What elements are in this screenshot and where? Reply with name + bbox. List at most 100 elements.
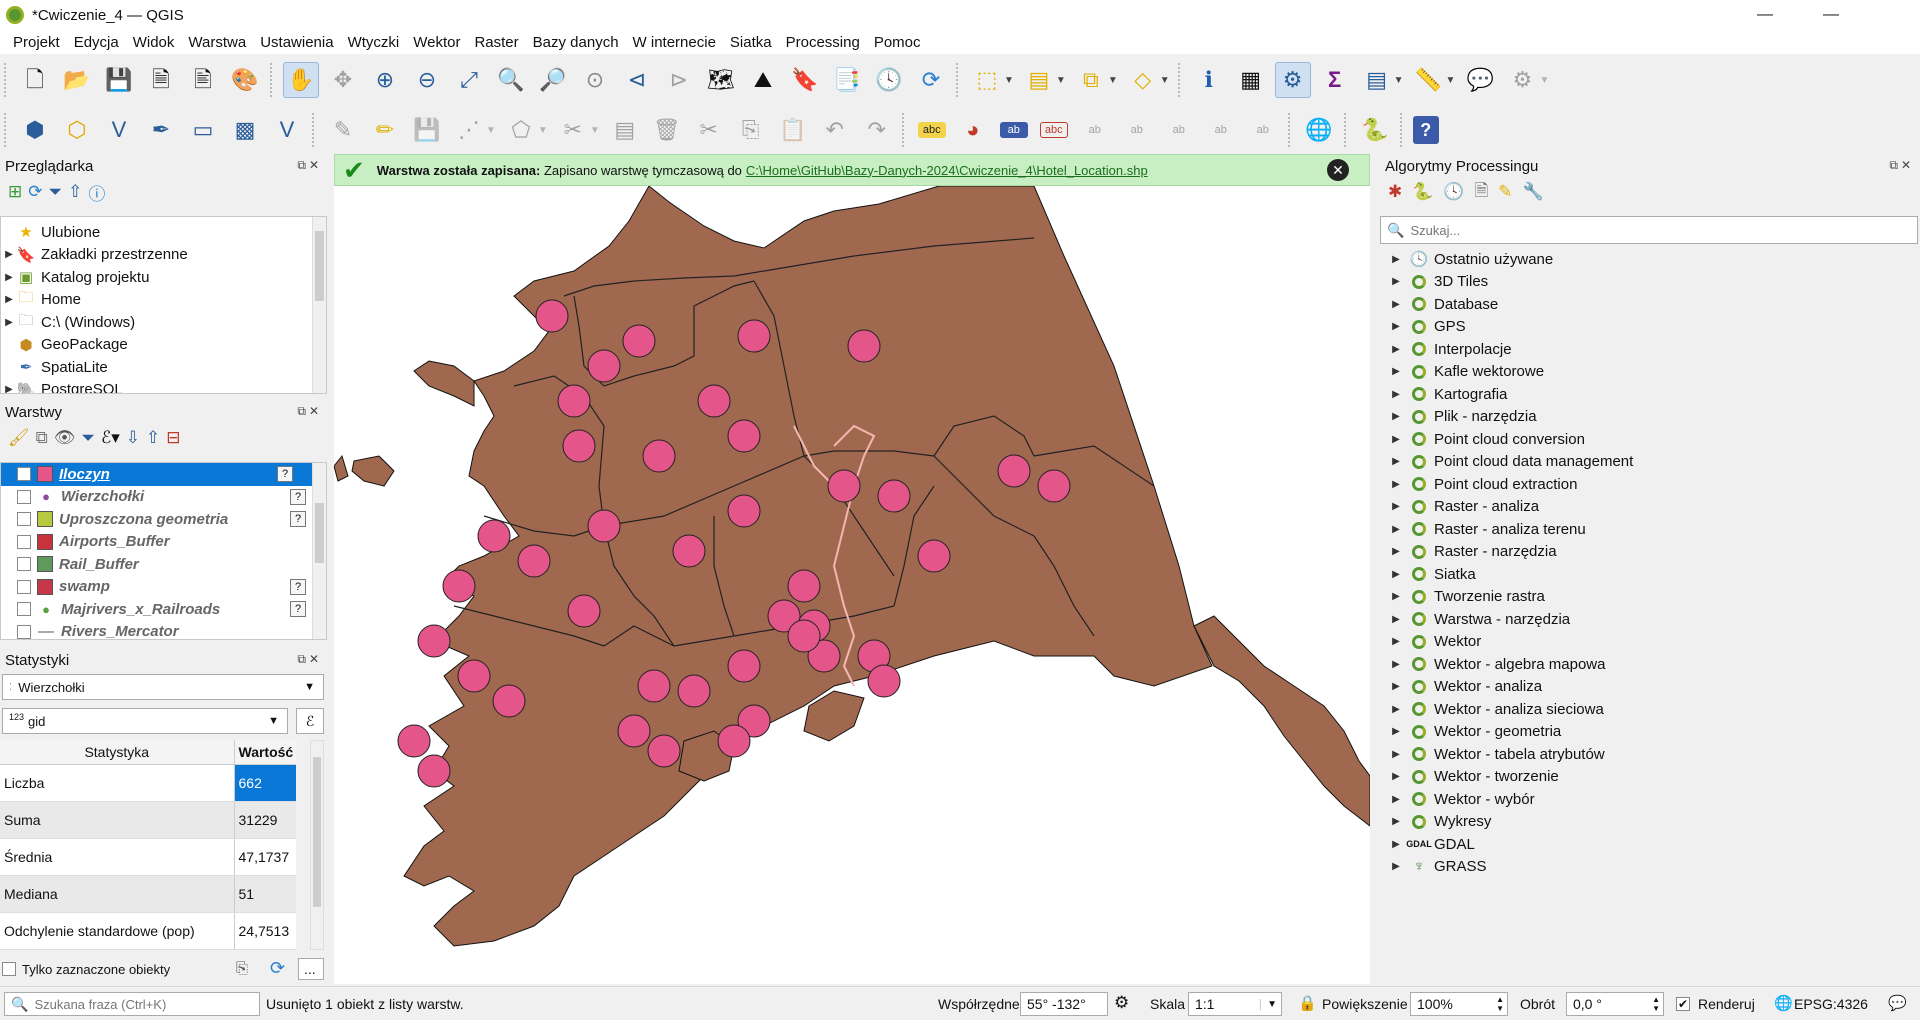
- browser-item[interactable]: ✒ SpatiaLite: [1, 356, 326, 379]
- unknown-crs-icon[interactable]: ?: [277, 466, 293, 483]
- new-spatialite-layer-icon[interactable]: ✒: [143, 112, 179, 148]
- menu-wtyczki[interactable]: Wtyczki: [341, 34, 407, 51]
- expand-all-icon[interactable]: ⇩: [126, 428, 140, 448]
- layer-row[interactable]: ● Majrivers_x_Railroads?: [1, 598, 326, 621]
- browser-item[interactable]: ▶ 🗀 Home: [1, 289, 326, 312]
- add-layer-icon[interactable]: ⊞: [8, 182, 22, 202]
- processing-group[interactable]: ▶ Tworzenie rastra: [1380, 586, 1918, 609]
- add-polygon-icon[interactable]: ⬠: [503, 112, 539, 148]
- unknown-crs-icon[interactable]: ?: [290, 578, 306, 595]
- table-row[interactable]: Średnia 47,1737: [0, 838, 296, 876]
- refresh-icon[interactable]: ⟳: [270, 958, 285, 979]
- processing-group[interactable]: ▶ Interpolacje: [1380, 338, 1918, 361]
- map-canvas[interactable]: [334, 186, 1370, 984]
- cut-features-icon[interactable]: ✂: [691, 112, 727, 148]
- processing-group[interactable]: ▶ Raster - analiza terenu: [1380, 518, 1918, 541]
- mouse-coordinate-toggle-icon[interactable]: ⚙: [1114, 993, 1129, 1013]
- zoom-to-selection-icon[interactable]: 🔍: [493, 62, 529, 98]
- lock-scale-icon[interactable]: 🔒: [1298, 994, 1317, 1012]
- stat-value-cell[interactable]: 662: [234, 764, 296, 802]
- table-row[interactable]: Odchylenie standardowe (pop) 24,7513: [0, 912, 296, 950]
- menu-processing[interactable]: Processing: [779, 34, 867, 51]
- layer-visibility-checkbox[interactable]: [17, 512, 31, 527]
- processing-group[interactable]: ▶ Wektor - analiza sieciowa: [1380, 698, 1918, 721]
- processing-toolbox-icon[interactable]: ⚙: [1274, 62, 1311, 98]
- show-hide-labels-icon[interactable]: abc: [1039, 122, 1068, 138]
- unknown-crs-icon[interactable]: ?: [290, 488, 306, 505]
- stat-value-cell[interactable]: 51: [234, 875, 296, 913]
- label-toolbar-icon[interactable]: abc: [917, 122, 946, 138]
- map-svg[interactable]: [334, 186, 1370, 984]
- browser-item[interactable]: ★ Ulubione: [1, 221, 326, 244]
- layer-row[interactable]: Airports_Buffer: [1, 531, 326, 554]
- layer-row[interactable]: swamp?: [1, 576, 326, 599]
- info-icon[interactable]: ⓘ: [88, 180, 105, 205]
- models-icon[interactable]: ✱: [1388, 182, 1402, 202]
- layer-visibility-checkbox[interactable]: [17, 624, 31, 639]
- pan-hand-icon[interactable]: ✋: [283, 62, 319, 98]
- stat-name-cell[interactable]: Suma: [0, 801, 235, 839]
- panel-float-close-buttons[interactable]: ⧉✕: [297, 652, 322, 667]
- processing-group[interactable]: ▶ Siatka: [1380, 563, 1918, 586]
- processing-group[interactable]: ▶ Wektor - tabela atrybutów: [1380, 743, 1918, 766]
- delete-selected-icon[interactable]: 🗑: [649, 112, 685, 148]
- magnifier-spinbox[interactable]: 100% ▲ ▼: [1410, 992, 1508, 1016]
- menu-raster[interactable]: Raster: [467, 34, 525, 51]
- refresh-icon[interactable]: ⟳: [28, 182, 42, 202]
- stats-layer-combobox[interactable]: ⁚ Wierzchołki ▼: [2, 674, 324, 700]
- processing-group[interactable]: ▶ Wektor - tworzenie: [1380, 766, 1918, 789]
- zoom-to-layer-icon[interactable]: 🔎: [535, 62, 571, 98]
- layer-row[interactable]: ● Wierzchołki?: [1, 486, 326, 509]
- layer-row[interactable]: ✔ Iloczyn?: [1, 463, 313, 486]
- collapse-all-icon[interactable]: ⇧: [146, 428, 160, 448]
- collapse-all-icon[interactable]: ⇧: [68, 182, 82, 202]
- rotate-label-icon[interactable]: ab: [1203, 112, 1239, 148]
- layer-visibility-checkbox[interactable]: [17, 557, 31, 572]
- refresh-icon[interactable]: ⟳: [913, 62, 949, 98]
- statistical-summary-icon[interactable]: Σ: [1317, 62, 1353, 98]
- coordinate-field[interactable]: 55° -132°: [1020, 992, 1108, 1016]
- measure-icon[interactable]: 📏: [1411, 62, 1447, 98]
- panel-float-close-buttons[interactable]: ⧉✕: [1889, 158, 1914, 173]
- layout-manager-icon[interactable]: 🖹: [185, 62, 221, 98]
- edit-features-in-place-icon[interactable]: ✎: [1498, 182, 1512, 202]
- copy-icon[interactable]: ⎘: [236, 960, 248, 977]
- globe-plugin-icon[interactable]: 🌐: [1301, 112, 1337, 148]
- menu-bazy-danych[interactable]: Bazy danych: [526, 34, 626, 51]
- stat-name-cell[interactable]: Odchylenie standardowe (pop): [0, 912, 235, 950]
- processing-group[interactable]: ▶ GPS: [1380, 316, 1918, 339]
- select-location-icon[interactable]: ◇: [1125, 62, 1161, 98]
- results-viewer-icon[interactable]: 🗎: [1475, 178, 1489, 207]
- col-statistic[interactable]: Statystyka: [0, 740, 235, 764]
- python-scripts-icon[interactable]: 🐍: [1412, 182, 1433, 202]
- scale-combobox[interactable]: 1:1 ▼: [1188, 992, 1282, 1016]
- processing-group[interactable]: ▶ Wykresy: [1380, 811, 1918, 834]
- spatial-bookmark-icon[interactable]: 🔖: [787, 62, 823, 98]
- copy-features-icon[interactable]: ⎘: [733, 112, 769, 148]
- layer-row[interactable]: Rivers_Mercator: [1, 621, 326, 639]
- stats-field-combobox[interactable]: 123 gid ▼: [2, 708, 288, 734]
- layer-row[interactable]: Uproszczona geometria?: [1, 508, 326, 531]
- zoom-in-icon[interactable]: ⊕: [367, 62, 403, 98]
- stat-value-cell[interactable]: 24,7513: [234, 912, 296, 950]
- temporal-controller-icon[interactable]: 🕓: [871, 62, 907, 98]
- advanced-options-button[interactable]: ...: [298, 958, 324, 980]
- menu-edycja[interactable]: Edycja: [67, 34, 126, 51]
- change-label-icon[interactable]: ab: [1245, 112, 1281, 148]
- new-print-layout-icon[interactable]: 🗎: [143, 62, 179, 98]
- layers-scrollbar[interactable]: [312, 463, 326, 639]
- add-vector-layer-icon[interactable]: V: [269, 112, 305, 148]
- unknown-crs-icon[interactable]: ?: [290, 601, 306, 618]
- processing-group[interactable]: ▶ Point cloud conversion: [1380, 428, 1918, 451]
- move-label-icon[interactable]: ab: [1161, 112, 1197, 148]
- processing-group[interactable]: ▶ Kafle wektorowe: [1380, 361, 1918, 384]
- help-icon[interactable]: ?: [1412, 116, 1439, 144]
- processing-group[interactable]: ▶ Database: [1380, 293, 1918, 316]
- table-row[interactable]: Suma 31229: [0, 801, 296, 839]
- menu-pomoc[interactable]: Pomoc: [867, 34, 928, 51]
- crs-globe-icon[interactable]: 🌐: [1774, 994, 1793, 1012]
- highlight-pinned-labels-icon[interactable]: ab: [999, 122, 1028, 138]
- stat-name-cell[interactable]: Mediana: [0, 875, 235, 913]
- save-project-icon[interactable]: 💾: [101, 62, 137, 98]
- processing-group[interactable]: ▶ Kartografia: [1380, 383, 1918, 406]
